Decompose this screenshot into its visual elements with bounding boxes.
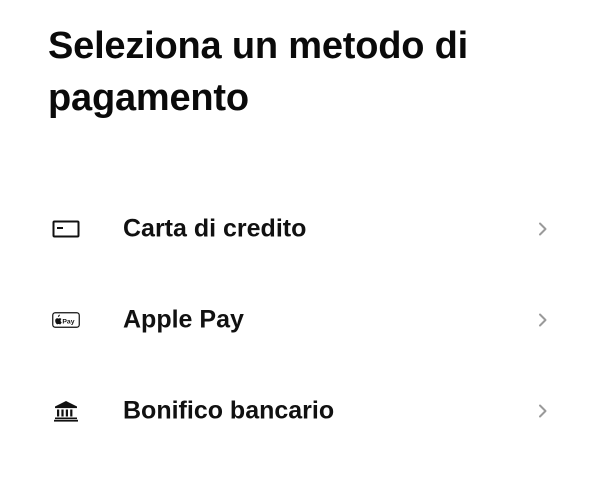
payment-method-list: Carta di credito Pay Apple Pay Bonifico … [0,183,600,456]
payment-method-credit-card[interactable]: Carta di credito [0,183,600,274]
chevron-right-icon [538,404,548,418]
payment-method-bank-transfer[interactable]: Bonifico bancario [0,365,600,456]
payment-method-label: Carta di credito [123,214,307,242]
payment-method-label: Apple Pay [123,305,244,333]
bank-icon [52,400,80,422]
payment-method-label: Bonifico bancario [123,396,335,424]
payment-method-apple-pay[interactable]: Pay Apple Pay [0,274,600,365]
apple-pay-icon: Pay [52,310,80,330]
chevron-right-icon [538,313,548,327]
credit-card-icon [52,219,80,239]
chevron-right-icon [538,222,548,236]
page-title: Seleziona un metodo di pagamento [48,25,468,119]
apple-pay-icon-text: Pay [62,318,74,325]
